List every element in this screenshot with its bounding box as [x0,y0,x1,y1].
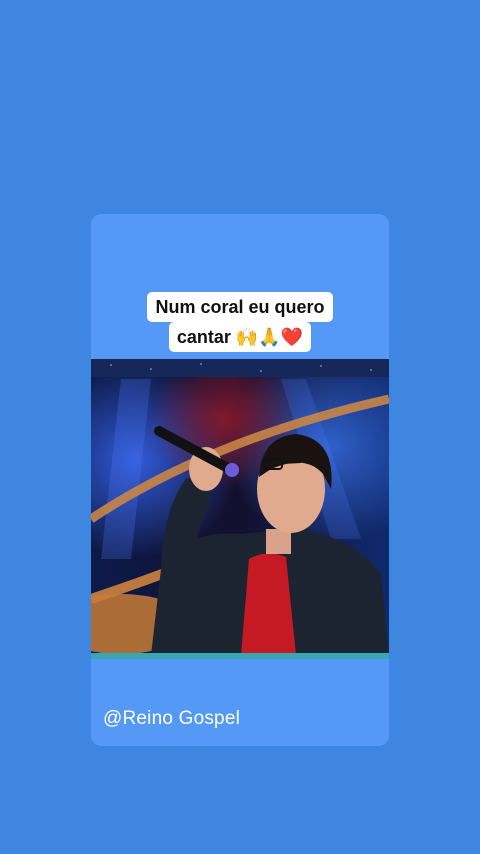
caption-line-2: cantar 🙌🙏❤️ [168,322,312,352]
caption-line-1: Num coral eu quero [147,292,333,322]
video-frame[interactable] [91,359,389,659]
singer-video-thumbnail [91,359,389,659]
username-watermark: @Reino Gospel [103,708,241,729]
story-card: Num coral eu quero cantar 🙌🙏❤️ @Reino Go… [91,214,389,746]
caption: Num coral eu quero cantar 🙌🙏❤️ [91,292,389,352]
